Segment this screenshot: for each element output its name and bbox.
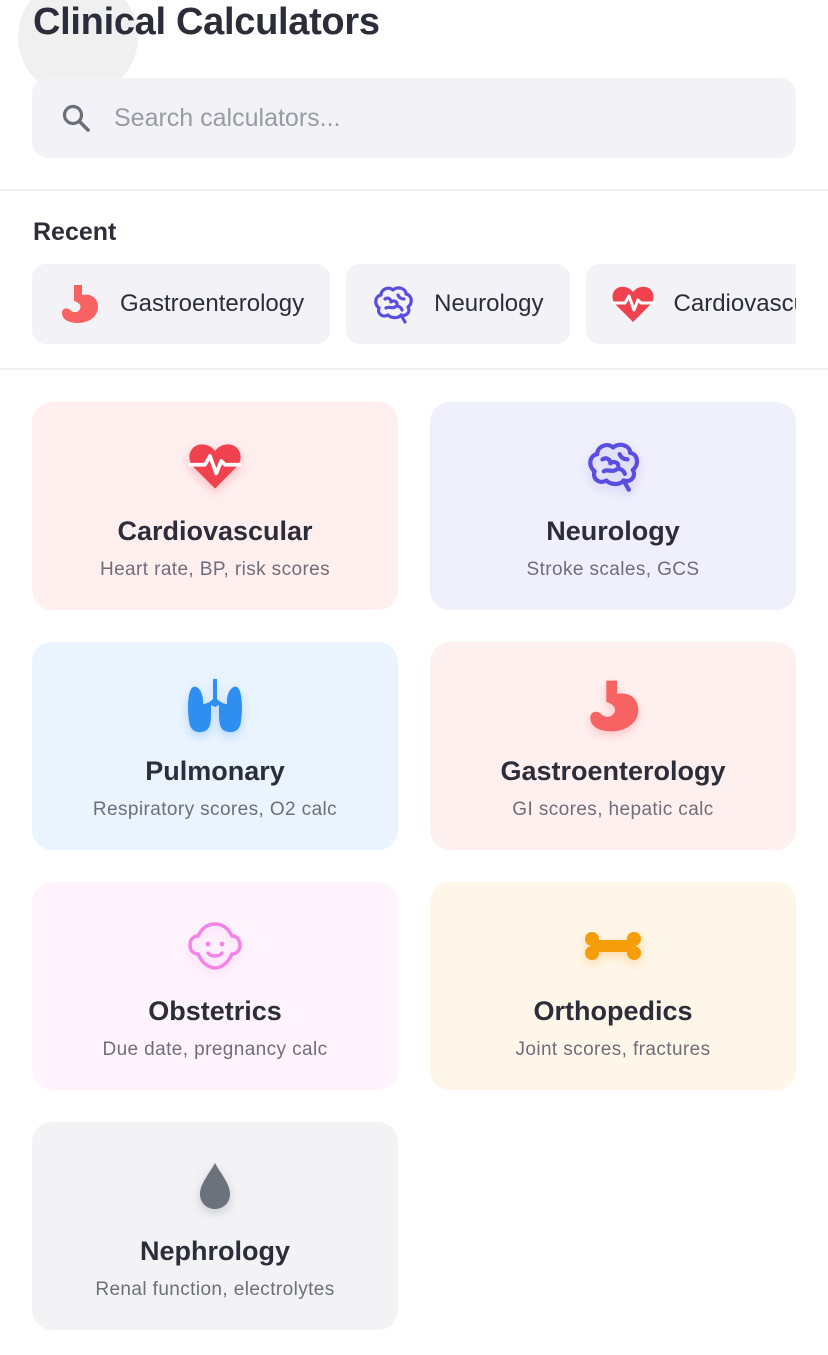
category-description: GI scores, hepatic calc [512, 799, 714, 820]
category-name: Obstetrics [148, 996, 282, 1026]
search-bar[interactable] [32, 78, 796, 158]
category-name: Nephrology [139, 1236, 290, 1266]
category-description: Due date, pregnancy calc [102, 1039, 328, 1060]
category-description: Heart rate, BP, risk scores [99, 559, 331, 580]
category-description: Renal function, electrolytes [95, 1279, 335, 1300]
baby-icon [185, 916, 245, 976]
recent-chip-label: Neurology [434, 290, 544, 317]
recent-chip-gastroenterology[interactable]: Gastroenterology [32, 264, 331, 344]
stomach-icon [585, 676, 641, 736]
brain-icon [370, 281, 416, 327]
category-card-gastroenterology[interactable]: Gastroenterology GI scores, hepatic calc [430, 642, 796, 850]
recent-chip-neurology[interactable]: Neurology [346, 264, 570, 344]
category-card-neurology[interactable]: Neurology Stroke scales, GCS [430, 402, 796, 610]
category-description: Respiratory scores, O2 calc [92, 799, 338, 820]
page-title: Clinical Calculators [33, 1, 380, 43]
recent-section-label: Recent [33, 218, 117, 246]
recent-chip-cardiovascular[interactable]: Cardiovascular [585, 264, 796, 344]
category-name: Neurology [546, 516, 680, 546]
divider [0, 368, 828, 370]
category-card-cardiovascular[interactable]: Cardiovascular Heart rate, BP, risk scor… [32, 402, 398, 610]
recent-list[interactable]: Gastroenterology Neurology Cardiovascula… [32, 264, 796, 344]
category-card-nephrology[interactable]: Nephrology Renal function, electrolytes [32, 1122, 398, 1330]
divider [0, 189, 828, 191]
category-name: Orthopedics [533, 996, 693, 1026]
droplet-icon [197, 1156, 233, 1216]
search-input[interactable] [112, 102, 716, 134]
search-icon [60, 102, 92, 134]
category-description: Joint scores, fractures [515, 1039, 711, 1060]
stomach-icon [56, 281, 102, 327]
category-name: Pulmonary [145, 756, 285, 786]
category-name: Cardiovascular [117, 516, 313, 546]
category-name: Gastroenterology [500, 756, 726, 786]
category-card-orthopedics[interactable]: Orthopedics Joint scores, fractures [430, 882, 796, 1090]
category-card-obstetrics[interactable]: Obstetrics Due date, pregnancy calc [32, 882, 398, 1090]
category-description: Stroke scales, GCS [526, 559, 700, 580]
heart-pulse-icon [610, 281, 656, 327]
recent-chip-label: Gastroenterology [120, 290, 305, 317]
bone-icon [584, 916, 642, 976]
brain-icon [584, 436, 642, 496]
recent-chip-label: Cardiovascular [673, 290, 796, 317]
lungs-icon [187, 676, 243, 736]
heart-pulse-icon [187, 436, 243, 496]
category-card-pulmonary[interactable]: Pulmonary Respiratory scores, O2 calc [32, 642, 398, 850]
